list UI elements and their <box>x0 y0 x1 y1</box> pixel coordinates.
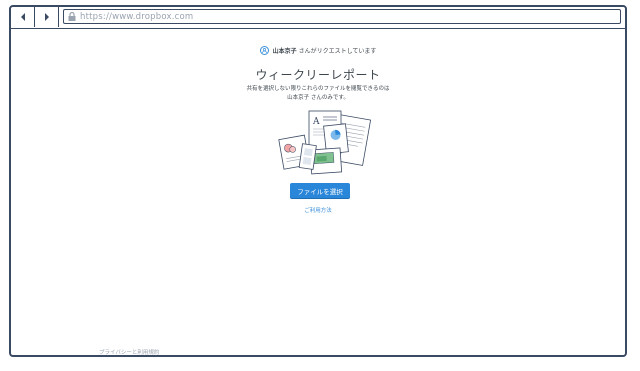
privacy-terms-link[interactable]: プライバシーと利用規約 <box>99 348 159 356</box>
description-line-2: 山本京子 さんのみです。 <box>287 95 349 101</box>
page-content: 山本京子 さんがリクエストしています ウィークリーレポート 共有を選択しない限り… <box>11 29 625 356</box>
user-avatar-icon <box>259 46 269 55</box>
browser-window: https://www.dropbox.com 山本京子 さんがリクエストしてい… <box>9 5 627 357</box>
howto-link[interactable]: ご利用方法 <box>11 206 625 214</box>
forward-button[interactable] <box>35 7 59 27</box>
select-files-button[interactable]: ファイルを選択 <box>290 183 350 198</box>
address-url: https://www.dropbox.com <box>80 11 194 22</box>
svg-text:A: A <box>312 117 320 127</box>
requester-name: 山本京子 <box>272 48 297 55</box>
request-title: ウィークリーレポート <box>255 68 381 82</box>
chevron-left-icon <box>20 13 25 21</box>
lock-icon <box>68 12 76 21</box>
requester-line: 山本京子 さんがリクエストしています <box>11 46 625 55</box>
chevron-right-icon <box>44 13 49 21</box>
address-bar[interactable]: https://www.dropbox.com <box>63 9 621 24</box>
description-line-1: 共有を選択しない限りこれらのファイルを閲覧できるのは <box>246 86 390 92</box>
requester-suffix: さんがリクエストしています <box>298 48 377 55</box>
files-illustration: A <box>278 110 371 175</box>
browser-toolbar: https://www.dropbox.com <box>11 7 625 29</box>
back-button[interactable] <box>11 7 35 27</box>
request-description: 共有を選択しない限りこれらのファイルを閲覧できるのは 山本京子 さんのみです。 <box>11 85 625 103</box>
